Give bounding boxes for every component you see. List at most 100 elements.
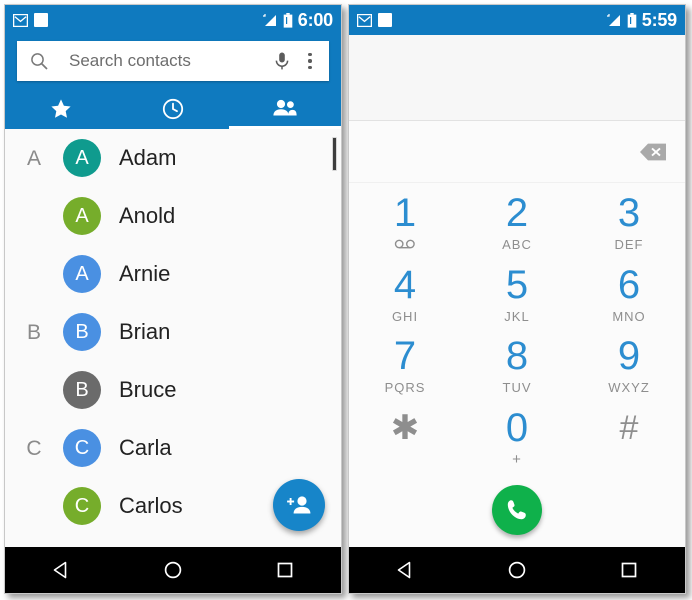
list-item[interactable]: C C Carla	[5, 419, 341, 477]
contact-list[interactable]: A A Adam A Anold A Arnie B B Brian B Bru…	[5, 129, 341, 547]
phone-number-field[interactable]	[349, 121, 685, 183]
dial-key-letters: GHI	[391, 308, 419, 324]
recents-square-icon	[277, 562, 293, 578]
contact-name: Arnie	[119, 261, 171, 286]
dial-key-letters: +	[512, 450, 522, 468]
status-bar-left-icons	[13, 13, 48, 27]
dial-key-digit: 0	[505, 405, 529, 450]
overflow-menu-icon[interactable]	[301, 51, 319, 71]
dial-key-2[interactable]: 2 ABC	[461, 187, 573, 259]
dial-pad-row: 7 PQRS 8 TUV 9 WXYZ	[349, 330, 685, 402]
dial-key-hash[interactable]: #	[573, 402, 685, 474]
status-bar-contacts: 6:00	[5, 5, 341, 35]
nav-back-button[interactable]	[5, 559, 117, 581]
avatar: A	[63, 255, 101, 293]
dial-key-5[interactable]: 5 JKL	[461, 259, 573, 331]
tab-favorites[interactable]	[5, 89, 117, 129]
dial-key-4[interactable]: 4 GHI	[349, 259, 461, 331]
home-circle-icon	[164, 561, 182, 579]
dial-key-3[interactable]: 3 DEF	[573, 187, 685, 259]
list-item[interactable]: A A Adam	[5, 129, 341, 187]
tab-contacts[interactable]	[229, 89, 341, 129]
call-button[interactable]	[492, 485, 542, 535]
dial-pad-row: 4 GHI 5 JKL 6 MNO	[349, 259, 685, 331]
dial-key-letters: WXYZ	[608, 380, 650, 396]
status-bar-dialer: 5:59	[349, 5, 685, 35]
list-item[interactable]: A Anold	[5, 187, 341, 245]
contact-name: Carlos	[119, 493, 183, 518]
white-square-icon	[34, 13, 48, 27]
avatar: C	[63, 487, 101, 525]
list-scrollbar[interactable]	[332, 137, 337, 171]
star-icon	[51, 99, 71, 118]
microphone-icon[interactable]	[273, 51, 291, 71]
dial-pad[interactable]: 1 2 ABC 3 DEF 4 GHI 5 JKL 6 MNO 7 PQRS 8…	[349, 183, 685, 473]
back-triangle-icon	[53, 561, 67, 579]
dial-key-9[interactable]: 9 WXYZ	[573, 330, 685, 402]
overflow-dot	[308, 59, 312, 63]
dial-key-digit: 1	[393, 191, 417, 236]
call-button-row	[349, 473, 685, 547]
list-item[interactable]: A Arnie	[5, 245, 341, 303]
nav-back-button[interactable]	[349, 559, 461, 581]
white-square-icon	[378, 13, 392, 27]
dial-key-letters: PQRS	[384, 380, 426, 396]
dial-key-1[interactable]: 1	[349, 187, 461, 259]
section-header: A	[26, 146, 41, 170]
navigation-bar-contacts	[5, 547, 341, 593]
status-bar-right-icons: 6:00	[262, 11, 333, 30]
nav-home-button[interactable]	[461, 559, 573, 581]
tab-bar	[5, 89, 341, 129]
avatar: A	[63, 197, 101, 235]
recents-square-icon	[621, 562, 637, 578]
search-bar[interactable]: Search contacts	[17, 41, 329, 81]
dial-key-7[interactable]: 7 PQRS	[349, 330, 461, 402]
status-bar-right-icons: 5:59	[606, 11, 677, 30]
backspace-icon[interactable]	[639, 142, 667, 162]
dial-key-digit: ✱	[390, 408, 420, 447]
nav-home-button[interactable]	[117, 559, 229, 581]
section-header: B	[26, 320, 41, 344]
list-item[interactable]: B Bruce	[5, 361, 341, 419]
tab-recents[interactable]	[117, 89, 229, 129]
dial-key-digit: 2	[505, 191, 529, 236]
section-header: C	[26, 436, 42, 460]
contacts-phone: 6:00 Search contacts A A Adam A Anold A …	[4, 4, 342, 594]
phone-handset-icon	[507, 500, 526, 520]
overflow-dot	[308, 52, 312, 57]
dial-key-digit: 4	[393, 262, 417, 307]
dial-key-8[interactable]: 8 TUV	[461, 330, 573, 402]
dial-key-letters: DEF	[614, 237, 644, 253]
dial-key-0[interactable]: 0 +	[461, 402, 573, 474]
voicemail-icon	[394, 238, 416, 252]
dial-key-digit: #	[619, 408, 639, 447]
avatar: B	[63, 313, 101, 351]
dial-key-6[interactable]: 6 MNO	[573, 259, 685, 331]
dial-pad-row: ✱ 0 + #	[349, 402, 685, 474]
nav-recents-button[interactable]	[229, 560, 341, 580]
home-circle-icon	[508, 561, 526, 579]
add-contact-fab[interactable]	[273, 479, 325, 531]
contact-name: Brian	[119, 319, 171, 344]
dial-key-digit: 5	[505, 262, 529, 307]
dial-key-digit: 8	[505, 334, 529, 379]
dial-pad-row: 1 2 ABC 3 DEF	[349, 187, 685, 259]
signal-icon	[262, 14, 276, 26]
people-icon	[273, 99, 297, 116]
battery-icon	[627, 12, 637, 28]
status-bar-left-icons	[357, 13, 392, 27]
gmail-icon	[357, 13, 372, 27]
contact-name: Carla	[119, 435, 172, 460]
navigation-bar-dialer	[349, 547, 685, 593]
nav-recents-button[interactable]	[573, 560, 685, 580]
gmail-icon	[13, 13, 28, 27]
dial-key-letters: ABC	[502, 237, 532, 253]
list-item[interactable]: B B Brian	[5, 303, 341, 361]
battery-icon	[283, 12, 293, 28]
voicemail-icon	[394, 239, 415, 249]
avatar: C	[63, 429, 101, 467]
search-input[interactable]: Search contacts	[49, 51, 273, 71]
dial-key-star[interactable]: ✱	[349, 402, 461, 474]
signal-icon	[606, 14, 620, 26]
dialer-phone: 5:59 1 2 ABC 3 DEF 4 GHI 5 JKL 6 MNO 7 P…	[348, 4, 686, 594]
